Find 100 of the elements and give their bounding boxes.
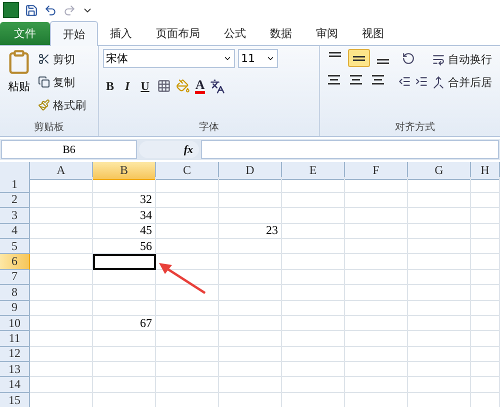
grid-cell[interactable] [408, 362, 471, 378]
grid-cell[interactable] [282, 300, 345, 316]
grid-cell[interactable] [282, 224, 345, 239]
row-header[interactable]: 4 [0, 224, 30, 239]
table-cell[interactable]: 67 [93, 316, 156, 332]
bold-button[interactable]: B [103, 78, 118, 94]
ribbon-tab[interactable]: 审阅 [304, 21, 350, 45]
ribbon-tab[interactable]: 插入 [98, 21, 144, 45]
save-icon[interactable] [25, 4, 38, 16]
column-header[interactable]: C [156, 162, 219, 180]
grid-cell[interactable] [345, 270, 408, 286]
wrap-text-button[interactable]: 自动换行 [432, 49, 492, 69]
grid-cell[interactable] [471, 270, 500, 286]
grid-cell[interactable] [282, 238, 345, 254]
grid-cell[interactable] [345, 331, 408, 347]
grid-cell[interactable] [30, 224, 93, 239]
increase-indent-icon[interactable] [415, 75, 428, 88]
format-painter-button[interactable]: 格式刷 [38, 95, 86, 115]
insert-function-button[interactable]: fx [139, 141, 199, 158]
grid-cell[interactable] [345, 346, 408, 362]
grid-cell[interactable] [219, 254, 282, 270]
row-header[interactable]: 1 [0, 177, 30, 193]
grid-cell[interactable] [30, 270, 93, 286]
grid-cell[interactable] [345, 238, 408, 254]
grid-cell[interactable] [30, 316, 93, 332]
grid-cell[interactable] [219, 331, 282, 347]
row-header[interactable]: 2 [0, 192, 30, 208]
grid-cell[interactable] [30, 285, 93, 301]
grid-cell[interactable] [345, 316, 408, 332]
grid-cell[interactable] [282, 362, 345, 378]
ribbon-tab[interactable]: 视图 [350, 21, 396, 45]
grid-cell[interactable] [30, 208, 93, 224]
undo-icon[interactable] [44, 4, 57, 16]
ribbon-tab[interactable]: 数据 [258, 21, 304, 45]
row-header[interactable]: 13 [0, 362, 30, 378]
grid-cell[interactable] [93, 331, 156, 347]
grid-cell[interactable] [30, 177, 93, 193]
underline-button[interactable]: U [138, 78, 152, 94]
grid-cell[interactable] [408, 224, 471, 239]
column-header[interactable]: E [282, 162, 345, 180]
grid-cell[interactable] [219, 270, 282, 286]
grid-cell[interactable] [408, 346, 471, 362]
align-button[interactable] [348, 49, 370, 67]
grid-cell[interactable] [282, 285, 345, 301]
grid-cell[interactable] [345, 285, 408, 301]
grid-cell[interactable] [471, 254, 500, 270]
grid-cell[interactable] [408, 208, 471, 224]
grid-cell[interactable] [345, 208, 408, 224]
row-header[interactable]: 9 [0, 300, 30, 316]
table-cell[interactable]: 45 [93, 224, 156, 239]
grid-cell[interactable] [219, 346, 282, 362]
grid-cell[interactable] [156, 177, 219, 193]
grid-cell[interactable] [93, 300, 156, 316]
grid-cell[interactable] [156, 316, 219, 332]
ribbon-tab[interactable]: 公式 [212, 21, 258, 45]
paste-button[interactable]: 粘贴 [4, 49, 34, 117]
grid-cell[interactable] [156, 377, 219, 393]
fill-color-icon[interactable] [176, 79, 190, 93]
italic-button[interactable]: I [122, 78, 133, 94]
font-size-field[interactable]: 11 [238, 49, 278, 68]
table-cell[interactable]: 34 [93, 208, 156, 224]
font-color-button[interactable]: A [195, 78, 205, 94]
grid-cell[interactable] [156, 300, 219, 316]
grid-cell[interactable] [30, 238, 93, 254]
row-header[interactable]: 8 [0, 285, 30, 301]
grid-cell[interactable] [471, 208, 500, 224]
grid-cell[interactable] [471, 346, 500, 362]
grid-cell[interactable] [156, 362, 219, 378]
row-header[interactable]: 3 [0, 208, 30, 224]
grid-cell[interactable] [219, 208, 282, 224]
grid-cell[interactable] [345, 254, 408, 270]
grid-cell[interactable] [471, 300, 500, 316]
grid-cell[interactable] [219, 177, 282, 193]
grid-cell[interactable] [93, 270, 156, 286]
grid-cell[interactable] [471, 177, 500, 193]
grid-cell[interactable] [408, 192, 471, 208]
column-header[interactable]: H [471, 162, 500, 180]
orientation-icon[interactable] [402, 52, 415, 65]
grid-cell[interactable] [219, 316, 282, 332]
row-header[interactable]: 7 [0, 270, 30, 286]
grid-cell[interactable] [30, 192, 93, 208]
row-header[interactable]: 11 [0, 331, 30, 347]
grid-cell[interactable] [345, 300, 408, 316]
grid-cell[interactable] [282, 254, 345, 270]
grid-cell[interactable] [345, 224, 408, 239]
grid-cell[interactable] [156, 192, 219, 208]
grid-cell[interactable] [93, 377, 156, 393]
grid-cell[interactable] [345, 377, 408, 393]
grid-cell[interactable] [408, 377, 471, 393]
grid-cell[interactable] [408, 177, 471, 193]
grid-cell[interactable] [93, 362, 156, 378]
column-header[interactable]: B [93, 162, 156, 180]
grid-cell[interactable] [282, 316, 345, 332]
ribbon-tab[interactable]: 页面布局 [144, 21, 212, 45]
grid-cell[interactable] [156, 224, 219, 239]
grid-cell[interactable] [282, 177, 345, 193]
grid-cell[interactable] [93, 177, 156, 193]
grid-cell[interactable] [156, 331, 219, 347]
grid-cell[interactable] [156, 285, 219, 301]
grid-cell[interactable] [471, 192, 500, 208]
